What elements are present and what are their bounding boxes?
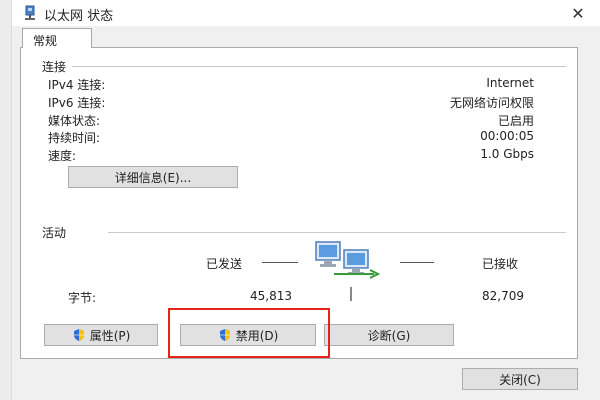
media-state-value: 已启用 bbox=[497, 114, 534, 128]
received-line bbox=[400, 262, 434, 263]
disable-button[interactable]: 禁用(D) bbox=[180, 324, 316, 346]
properties-button[interactable]: 属性(P) bbox=[44, 324, 158, 346]
uac-shield-icon bbox=[219, 329, 230, 341]
activity-group-divider bbox=[108, 232, 566, 233]
media-state-label: 媒体状态: bbox=[48, 114, 101, 128]
ethernet-status-dialog: 以太网 状态 ✕ 常规 连接 IPv4 连接: Internet IPv6 连接… bbox=[0, 0, 600, 400]
ipv4-connectivity-value: Internet bbox=[486, 76, 534, 90]
properties-label: 属性(P) bbox=[89, 328, 131, 343]
network-computers-icon bbox=[315, 241, 381, 279]
disable-label: 禁用(D) bbox=[235, 328, 279, 343]
connection-group-divider bbox=[72, 66, 566, 67]
sent-label: 已发送 bbox=[206, 257, 243, 271]
bytes-sent-value: 45,813 bbox=[250, 289, 292, 303]
close-window-button[interactable]: ✕ bbox=[556, 0, 600, 26]
close-icon: ✕ bbox=[571, 3, 585, 23]
duration-value: 00:00:05 bbox=[480, 129, 534, 143]
window-title: 以太网 状态 bbox=[44, 9, 114, 24]
duration-label: 持续时间: bbox=[48, 131, 101, 145]
speed-value: 1.0 Gbps bbox=[480, 147, 534, 161]
sent-line bbox=[262, 262, 298, 263]
bytes-separator bbox=[350, 287, 352, 301]
network-adapter-icon bbox=[25, 5, 35, 20]
connection-group-title: 连接 bbox=[42, 60, 67, 74]
background-window-edge bbox=[0, 0, 12, 400]
diagnose-button[interactable]: 诊断(G) bbox=[324, 324, 454, 346]
bytes-label: 字节: bbox=[68, 291, 97, 305]
bytes-received-value: 82,709 bbox=[482, 289, 524, 303]
speed-label: 速度: bbox=[48, 149, 77, 163]
ipv6-connectivity-value: 无网络访问权限 bbox=[449, 96, 534, 110]
ipv4-connectivity-label: IPv4 连接: bbox=[48, 78, 106, 92]
details-button[interactable]: 详细信息(E)... bbox=[68, 166, 238, 188]
tab-general[interactable]: 常规 bbox=[22, 28, 92, 48]
title-bar: 以太网 状态 ✕ bbox=[12, 0, 600, 26]
uac-shield-icon bbox=[73, 329, 84, 341]
close-button[interactable]: 关闭(C) bbox=[462, 368, 578, 390]
activity-group-title: 活动 bbox=[42, 226, 67, 240]
received-label: 已接收 bbox=[482, 257, 519, 271]
ipv6-connectivity-label: IPv6 连接: bbox=[48, 96, 106, 110]
